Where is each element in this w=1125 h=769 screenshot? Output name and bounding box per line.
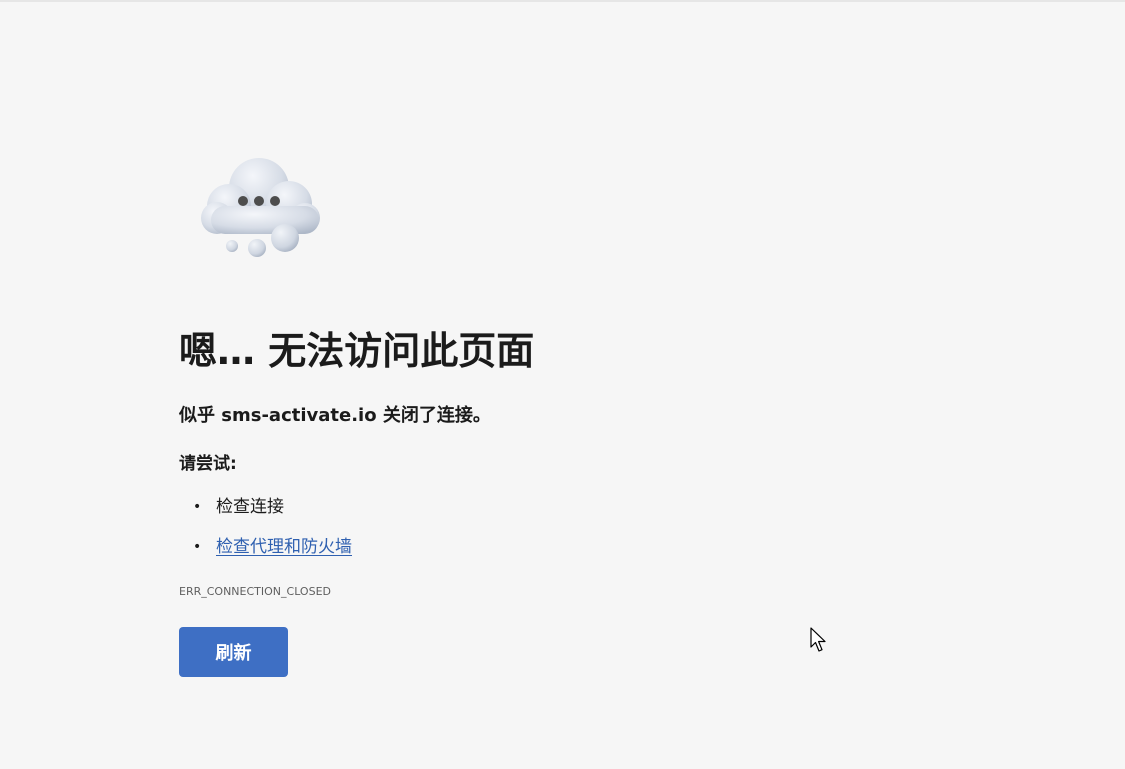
refresh-button[interactable]: 刷新 — [179, 627, 288, 677]
cloud-dot-2 — [254, 196, 264, 206]
cloud-dot-3 — [270, 196, 280, 206]
check-proxy-firewall-link[interactable]: 检查代理和防火墙 — [216, 533, 352, 561]
mouse-pointer-icon — [810, 627, 826, 652]
try-label: 请尝试: — [179, 454, 237, 474]
bullet: • — [193, 499, 202, 515]
window-top-border — [0, 0, 1125, 2]
error-code: ERR_CONNECTION_CLOSED — [179, 585, 331, 598]
check-connection-text: 检查连接 — [216, 497, 284, 517]
error-description: 似乎 sms-activate.io 关闭了连接。 — [179, 405, 491, 426]
cloud-thinking-icon — [201, 158, 320, 257]
bullet: • — [193, 539, 202, 555]
cloud-dot-1 — [238, 196, 248, 206]
page-title: 嗯… 无法访问此页面 — [179, 329, 535, 373]
